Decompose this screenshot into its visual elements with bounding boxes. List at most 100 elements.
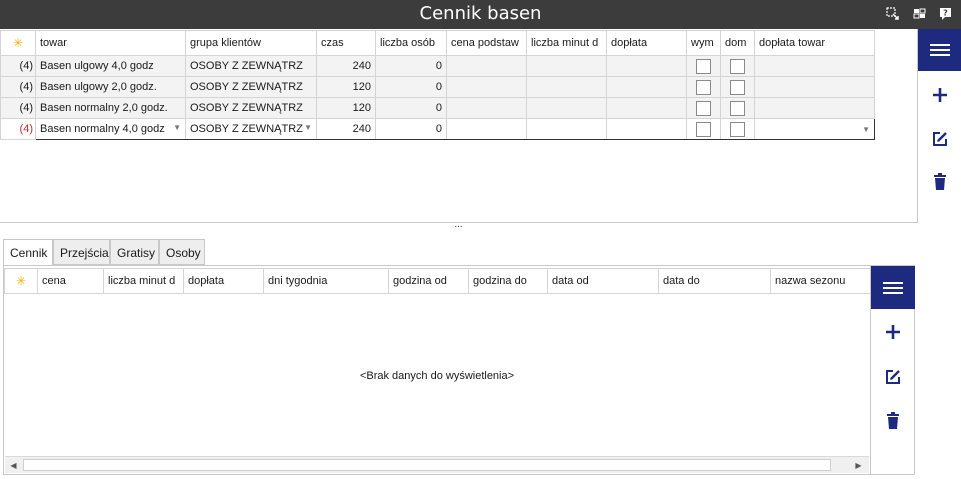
cell-cena-podstawowa[interactable]	[446, 55, 527, 77]
column-header-liczba-osob[interactable]: liczba osób	[375, 30, 447, 56]
cell-liczba-osob[interactable]: 0	[375, 55, 447, 77]
cell-grupa-klientow[interactable]: OSOBY Z ZEWNĄTRZ	[185, 97, 317, 119]
cell-liczba-minut[interactable]	[526, 76, 607, 98]
cell-doplata[interactable]	[606, 118, 687, 140]
column-header-nazwa-sezonu[interactable]: nazwa sezonu	[770, 268, 871, 294]
wym-checkbox[interactable]	[696, 58, 711, 74]
cell-cena-podstawowa[interactable]	[446, 76, 527, 98]
tab-gratisy[interactable]: Gratisy	[110, 239, 159, 265]
cell-dom[interactable]	[720, 118, 755, 140]
column-header-dni-tygodnia[interactable]: dni tygodnia	[263, 268, 389, 294]
cell-liczba-minut[interactable]	[526, 118, 607, 140]
cell-liczba-osob[interactable]: 0	[375, 97, 447, 119]
cell-doplata[interactable]	[606, 55, 687, 77]
edit-button[interactable]	[918, 126, 961, 152]
column-header-czas[interactable]: czas	[316, 30, 376, 56]
scroll-thumb[interactable]	[23, 459, 831, 471]
cell-liczba-osob[interactable]: 0	[375, 76, 447, 98]
add-button[interactable]	[918, 82, 961, 108]
cell-doplata-towar[interactable]	[754, 76, 875, 98]
dom-checkbox[interactable]	[730, 58, 745, 74]
edit-button[interactable]	[871, 364, 914, 390]
menu-button[interactable]	[918, 29, 961, 71]
cell-dom[interactable]	[720, 97, 755, 119]
column-header-cena-podstawowa[interactable]: cena podstaw	[446, 30, 527, 56]
cell-czas[interactable]: 120	[316, 76, 376, 98]
wym-checkbox[interactable]	[696, 121, 711, 137]
dom-checkbox[interactable]	[730, 79, 745, 95]
season-price-grid[interactable]: ✳ cena liczba minut d dopłata dni tygodn…	[4, 268, 871, 294]
column-header-doplata[interactable]: dopłata	[183, 268, 264, 294]
price-list-grid[interactable]: ✳ towar grupa klientów czas liczba osób …	[0, 30, 875, 140]
cell-doplata-towar[interactable]: ▼	[754, 118, 875, 140]
column-header-data-od[interactable]: data od	[547, 268, 659, 294]
cell-grupa-klientow[interactable]: OSOBY Z ZEWNĄTRZ	[185, 55, 317, 77]
column-header-doplata[interactable]: dopłata	[606, 30, 687, 56]
cell-cena-podstawowa[interactable]	[446, 118, 527, 140]
cell-wym[interactable]	[686, 55, 721, 77]
scroll-right-icon[interactable]: ▶	[850, 459, 867, 472]
cell-doplata-towar[interactable]	[754, 97, 875, 119]
cell-czas[interactable]: 240	[316, 55, 376, 77]
row-header[interactable]: (4)	[0, 97, 36, 119]
column-header-dom[interactable]: dom	[720, 30, 755, 56]
column-header-liczba-minut[interactable]: liczba minut d	[526, 30, 607, 56]
cell-wym[interactable]	[686, 118, 721, 140]
new-row-asterisk-icon[interactable]: ✳	[0, 30, 36, 56]
scroll-left-icon[interactable]: ◀	[5, 459, 22, 472]
menu-button[interactable]	[871, 266, 915, 309]
window-layout-icon[interactable]	[913, 7, 926, 20]
column-header-wym[interactable]: wym	[686, 30, 721, 56]
column-header-godzina-do[interactable]: godzina do	[468, 268, 548, 294]
wym-checkbox[interactable]	[696, 100, 711, 116]
cell-towar[interactable]: Basen normalny 2,0 godz.	[35, 97, 186, 119]
cell-doplata[interactable]	[606, 97, 687, 119]
table-row[interactable]: (4) Basen ulgowy 4,0 godz OSOBY Z ZEWNĄT…	[0, 55, 875, 77]
cell-towar[interactable]: Basen normalny 4,0 godz ▼	[35, 118, 186, 140]
dropdown-arrow-icon[interactable]: ▼	[862, 125, 870, 134]
cell-grupa-klientow[interactable]: OSOBY Z ZEWNĄTRZ ▼	[185, 118, 317, 140]
dropdown-arrow-icon[interactable]: ▼	[304, 123, 312, 132]
help-icon[interactable]: ?	[939, 7, 952, 20]
row-header[interactable]: (4)	[0, 55, 36, 77]
dropdown-arrow-icon[interactable]: ▼	[173, 123, 181, 132]
cell-wym[interactable]	[686, 76, 721, 98]
cell-towar[interactable]: Basen ulgowy 2,0 godz.	[35, 76, 186, 98]
cell-grupa-klientow[interactable]: OSOBY Z ZEWNĄTRZ	[185, 76, 317, 98]
cell-liczba-minut[interactable]	[526, 97, 607, 119]
wym-checkbox[interactable]	[696, 79, 711, 95]
dom-checkbox[interactable]	[730, 100, 745, 116]
column-header-data-do[interactable]: data do	[658, 268, 771, 294]
tab-przejscia[interactable]: Przejścia	[53, 239, 110, 265]
tab-cennik[interactable]: Cennik	[3, 239, 53, 266]
column-header-grupa-klientow[interactable]: grupa klientów	[185, 30, 317, 56]
horizontal-scrollbar[interactable]: ◀ ▶	[5, 456, 869, 473]
cell-wym[interactable]	[686, 97, 721, 119]
cell-czas[interactable]: 240	[316, 118, 376, 140]
dom-checkbox[interactable]	[730, 121, 745, 137]
table-row[interactable]: (4) Basen normalny 2,0 godz. OSOBY Z ZEW…	[0, 97, 875, 119]
row-header[interactable]: (4)	[0, 76, 36, 98]
table-row-current[interactable]: (4) Basen normalny 4,0 godz ▼ OSOBY Z ZEW…	[0, 118, 875, 140]
select-region-icon[interactable]	[886, 7, 899, 20]
cell-cena-podstawowa[interactable]	[446, 97, 527, 119]
add-button[interactable]	[871, 319, 914, 345]
delete-button[interactable]	[871, 408, 914, 434]
cell-towar[interactable]: Basen ulgowy 4,0 godz	[35, 55, 186, 77]
cell-dom[interactable]	[720, 55, 755, 77]
tab-osoby[interactable]: Osoby	[159, 239, 205, 265]
cell-dom[interactable]	[720, 76, 755, 98]
column-header-towar[interactable]: towar	[35, 30, 186, 56]
column-header-liczba-minut[interactable]: liczba minut d	[103, 268, 184, 294]
table-row[interactable]: (4) Basen ulgowy 2,0 godz. OSOBY Z ZEWNĄ…	[0, 76, 875, 98]
cell-doplata[interactable]	[606, 76, 687, 98]
row-header[interactable]: (4)	[0, 118, 36, 140]
column-header-doplata-towar[interactable]: dopłata towar	[754, 30, 875, 56]
panel-splitter[interactable]: ...	[0, 220, 917, 232]
cell-liczba-osob[interactable]: 0	[375, 118, 447, 140]
cell-doplata-towar[interactable]	[754, 55, 875, 77]
new-row-asterisk-icon[interactable]: ✳	[4, 268, 38, 294]
column-header-godzina-od[interactable]: godzina od	[388, 268, 469, 294]
cell-czas[interactable]: 120	[316, 97, 376, 119]
column-header-cena[interactable]: cena	[37, 268, 104, 294]
